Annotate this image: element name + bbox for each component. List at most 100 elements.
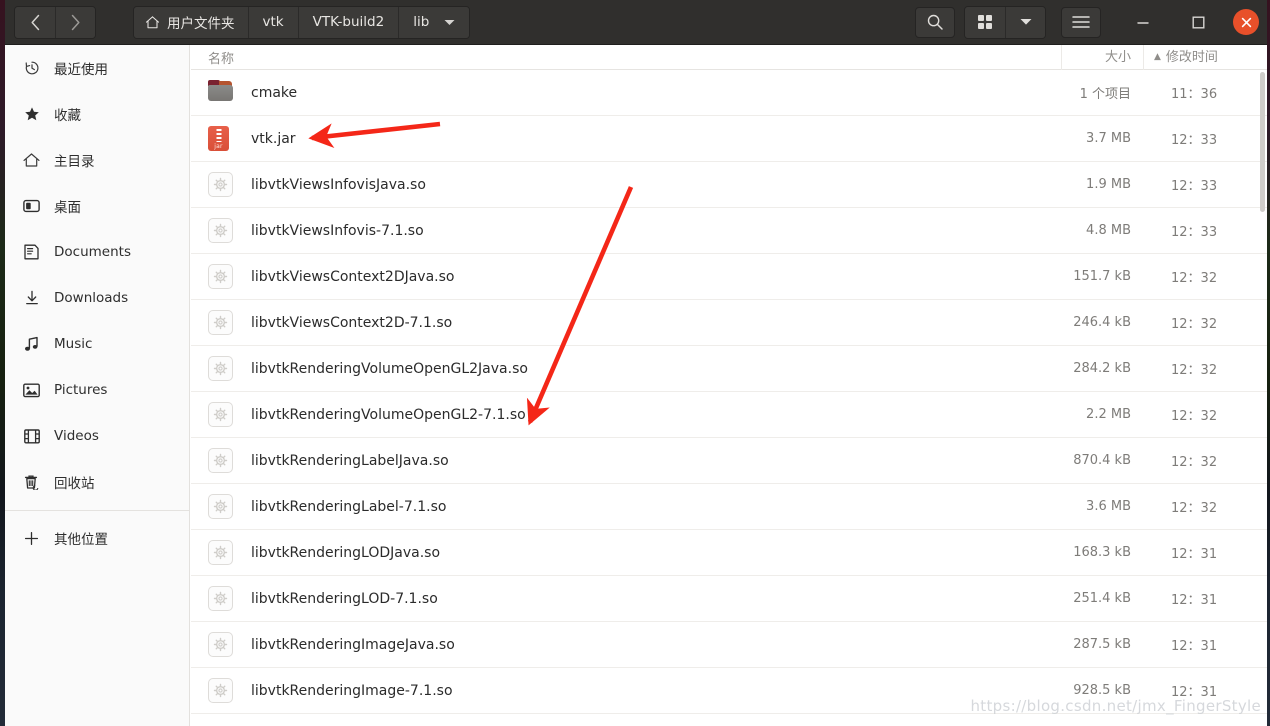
sidebar-item-documents[interactable]: Documents [5, 229, 189, 275]
file-name-label: libvtkRenderingImageJava.so [251, 636, 455, 653]
sidebar-item-home[interactable]: 主目录 [5, 137, 189, 183]
file-name-cell: jar vtk.jar [191, 126, 1061, 151]
file-name-cell: libvtkViewsContext2D-7.1.so [191, 310, 1061, 335]
sidebar-item-label: 主目录 [54, 154, 95, 170]
breadcrumb-item-vtk-build2[interactable]: VTK-build2 [297, 6, 399, 38]
column-header-size[interactable]: 大小 [1061, 45, 1143, 70]
shared-object-icon [208, 172, 233, 197]
shared-object-icon [208, 264, 233, 289]
desktop-icon [23, 199, 40, 213]
clock-icon [23, 60, 40, 76]
file-name-cell: libvtkViewsInfovisJava.so [191, 172, 1061, 197]
main-menu-button[interactable] [1061, 6, 1101, 38]
forward-button[interactable] [55, 6, 95, 38]
hamburger-menu-icon [1072, 16, 1090, 28]
file-name-label: libvtkRenderingVolumeOpenGL2-7.1.so [251, 406, 526, 423]
sidebar-item-videos[interactable]: Videos [5, 413, 189, 459]
file-modified-cell: 12：33 [1171, 133, 1218, 148]
sidebar-item-label: Music [54, 336, 93, 352]
file-name-label: libvtkViewsInfovis-7.1.so [251, 222, 424, 239]
sidebar-item-music[interactable]: Music [5, 321, 189, 367]
grid-view-button[interactable] [965, 6, 1005, 38]
table-row[interactable]: libvtkRenderingVolumeOpenGL2Java.so 284.2… [191, 346, 1267, 392]
sidebar-item-desktop[interactable]: 桌面 [5, 183, 189, 229]
file-name-label: libvtkRenderingLODJava.so [251, 544, 441, 561]
table-row[interactable]: libvtkViewsInfovis-7.1.so 4.8 MB 12：33 [191, 208, 1267, 254]
table-row[interactable]: libvtkViewsContext2D-7.1.so 246.4 kB 12：32 [191, 300, 1267, 346]
table-row[interactable]: libvtkRenderingLODJava.so 168.3 kB 12：31 [191, 530, 1267, 576]
file-modified-cell: 12：31 [1171, 639, 1218, 654]
table-row[interactable]: cmake 1 个项目 11：36 [191, 70, 1267, 116]
sidebar-item-pictures[interactable]: Pictures [5, 367, 189, 413]
minimize-button[interactable] [1123, 7, 1163, 38]
table-row[interactable]: jar vtk.jar 3.7 MB 12：33 [191, 116, 1267, 162]
table-row[interactable]: libvtkViewsInfovisJava.so 1.9 MB 12：33 [191, 162, 1267, 208]
vertical-scrollbar[interactable] [1260, 72, 1265, 212]
sidebar-item-label: Documents [54, 244, 131, 260]
minimize-icon [1137, 22, 1149, 24]
table-row[interactable]: libvtkRenderingLOD-7.1.so 251.4 kB 12：31 [191, 576, 1267, 622]
file-name-cell: libvtkRenderingLabel-7.1.so [191, 494, 1061, 519]
plus-icon [23, 531, 40, 546]
file-modified-cell: 12：33 [1171, 225, 1218, 240]
table-row[interactable]: libvtkRenderingImageJava.so 287.5 kB 12：31 [191, 622, 1267, 668]
column-headers: 名称 大小 ▲ 修改时间 [191, 45, 1267, 70]
file-modified-cell: 11：36 [1171, 87, 1218, 102]
column-header-modified-label: 修改时间 [1165, 49, 1218, 65]
back-button[interactable] [15, 6, 55, 38]
file-name-label: libvtkRenderingVolumeOpenGL2Java.so [251, 360, 528, 377]
sidebar-item-recent[interactable]: 最近使用 [5, 45, 189, 91]
home-icon [145, 15, 160, 28]
table-row[interactable]: libvtkViewsContext2DJava.so 151.7 kB 12：32 [191, 254, 1267, 300]
sidebar-item-downloads[interactable]: Downloads [5, 275, 189, 321]
file-size-cell: 928.5 kB [1073, 683, 1131, 698]
search-icon [927, 14, 943, 30]
sidebar-item-label: 其他位置 [54, 532, 108, 548]
file-name-cell: libvtkViewsContext2DJava.so [191, 264, 1061, 289]
file-size-cell: 246.4 kB [1073, 315, 1131, 330]
column-header-name[interactable]: 名称 [191, 48, 1061, 67]
file-size-cell: 1 个项目 [1079, 87, 1131, 102]
file-name-cell: libvtkRenderingLOD-7.1.so [191, 586, 1061, 611]
document-icon [23, 244, 40, 260]
watermark-text: https://blog.csdn.net/jmx_FingerStyle [970, 697, 1261, 715]
file-list-pane: 名称 大小 ▲ 修改时间 cmake 1 个项目 11：36 jar vtk.jar 3.… [191, 45, 1267, 726]
shared-object-icon [208, 540, 233, 565]
file-size-cell: 3.6 MB [1086, 499, 1131, 514]
search-button[interactable] [915, 6, 955, 38]
chevron-down-icon [444, 14, 455, 30]
file-name-label: libvtkViewsContext2D-7.1.so [251, 314, 453, 331]
file-name-cell: libvtkRenderingVolumeOpenGL2Java.so [191, 356, 1061, 381]
sidebar-item-trash[interactable]: 回收站 [5, 459, 189, 505]
file-modified-cell: 12：32 [1171, 271, 1218, 286]
breadcrumb-item-home[interactable]: 用户文件夹 [134, 6, 248, 38]
shared-object-icon [208, 218, 233, 243]
column-header-modified[interactable]: ▲ 修改时间 [1143, 45, 1267, 70]
file-size-cell: 3.7 MB [1086, 131, 1131, 146]
table-row[interactable]: libvtkRenderingLabel-7.1.so 3.6 MB 12：32 [191, 484, 1267, 530]
view-options-dropdown[interactable] [1005, 6, 1045, 38]
maximize-button[interactable] [1178, 7, 1218, 38]
shared-object-icon [208, 448, 233, 473]
maximize-icon [1192, 16, 1205, 29]
close-icon [1241, 17, 1251, 27]
table-row[interactable]: libvtkRenderingVolumeOpenGL2-7.1.so 2.2 M… [191, 392, 1267, 438]
folder-icon [208, 80, 233, 105]
breadcrumb-item-vtk[interactable]: vtk [247, 6, 298, 38]
shared-object-icon [208, 586, 233, 611]
close-button[interactable] [1233, 9, 1259, 35]
sidebar-item-starred[interactable]: 收藏 [5, 91, 189, 137]
home-icon [23, 152, 40, 168]
header-actions [915, 5, 1259, 39]
sidebar-item-other-locations[interactable]: 其他位置 [5, 515, 189, 561]
breadcrumb-item-lib[interactable]: lib [398, 6, 470, 38]
file-name-cell: libvtkRenderingLabelJava.so [191, 448, 1061, 473]
picture-icon [23, 383, 40, 398]
table-row[interactable]: libvtkRenderingLabelJava.so 870.4 kB 12：32 [191, 438, 1267, 484]
file-modified-cell: 12：31 [1171, 593, 1218, 608]
file-size-cell: 284.2 kB [1073, 361, 1131, 376]
file-name-label: libvtkRenderingLabelJava.so [251, 452, 449, 469]
file-size-cell: 287.5 kB [1073, 637, 1131, 652]
sidebar: 最近使用 收藏 主目录 桌面 Documents Downloads Music… [5, 45, 190, 726]
sidebar-item-label: 最近使用 [54, 62, 108, 78]
